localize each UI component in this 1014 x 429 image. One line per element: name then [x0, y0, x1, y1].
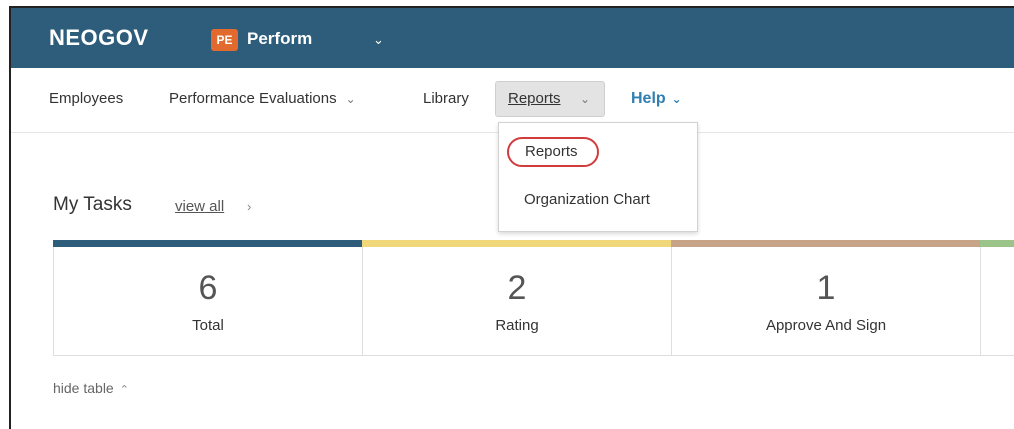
top-bar: NEOGOV PE Perform ⌄ — [11, 8, 1014, 68]
task-card-approve-and-sign[interactable]: 1 Approve And Sign — [671, 240, 981, 356]
nav-employees-label: Employees — [49, 90, 124, 107]
nav-employees[interactable]: Employees — [49, 90, 123, 107]
nav-library[interactable]: Library — [423, 90, 469, 107]
nav-library-label: Library — [423, 90, 469, 107]
task-count: 1 — [816, 269, 836, 307]
hide-table-toggle[interactable]: hide table ⌃ — [53, 380, 129, 396]
brand-logo[interactable]: NEOGOV — [49, 25, 149, 51]
product-switcher[interactable]: Perform — [247, 29, 312, 49]
chevron-up-icon: ⌃ — [119, 384, 129, 396]
nav-reports[interactable]: Reports ⌄ — [495, 81, 605, 117]
task-card-rating[interactable]: 2 Rating — [362, 240, 672, 356]
task-count: 6 — [198, 269, 218, 307]
nav-reports-label: Reports — [508, 90, 561, 107]
task-count: 2 — [507, 269, 527, 307]
nav-performance-evaluations-label: Performance Evaluations — [169, 90, 337, 107]
chevron-down-icon[interactable]: ⌄ — [373, 32, 384, 48]
nav-help[interactable]: Help ⌄ — [631, 90, 682, 108]
nav-performance-evaluations[interactable]: Performance Evaluations ⌄ — [169, 90, 356, 107]
menu-item-organization-chart[interactable]: Organization Chart — [524, 191, 650, 208]
chevron-down-icon: ⌄ — [345, 92, 356, 106]
menu-item-reports[interactable]: Reports — [525, 143, 578, 160]
task-card-partial[interactable] — [980, 240, 1014, 356]
card-color-bar — [980, 240, 1014, 247]
task-card-total[interactable]: 6 Total — [53, 240, 363, 356]
card-color-bar — [671, 240, 981, 247]
card-color-bar — [362, 240, 672, 247]
chevron-down-icon: ⌄ — [671, 92, 682, 106]
reports-dropdown-menu: Reports Organization Chart — [498, 122, 698, 232]
hide-table-label: hide table — [53, 380, 114, 396]
task-cards: 6 Total 2 Rating 1 Approve And Sign — [53, 240, 1014, 358]
chevron-right-icon: › — [247, 199, 252, 214]
chevron-down-icon: ⌄ — [580, 92, 591, 106]
my-tasks-title: My Tasks — [53, 194, 132, 215]
task-label: Rating — [495, 317, 539, 334]
view-all-link[interactable]: view all — [175, 198, 224, 215]
nav-help-label: Help — [631, 90, 666, 107]
app-window: NEOGOV PE Perform ⌄ Employees Performanc… — [9, 6, 1014, 429]
task-label: Approve And Sign — [765, 317, 887, 334]
product-badge-icon: PE — [211, 29, 238, 51]
card-color-bar — [53, 240, 363, 247]
task-label: Total — [192, 317, 224, 334]
